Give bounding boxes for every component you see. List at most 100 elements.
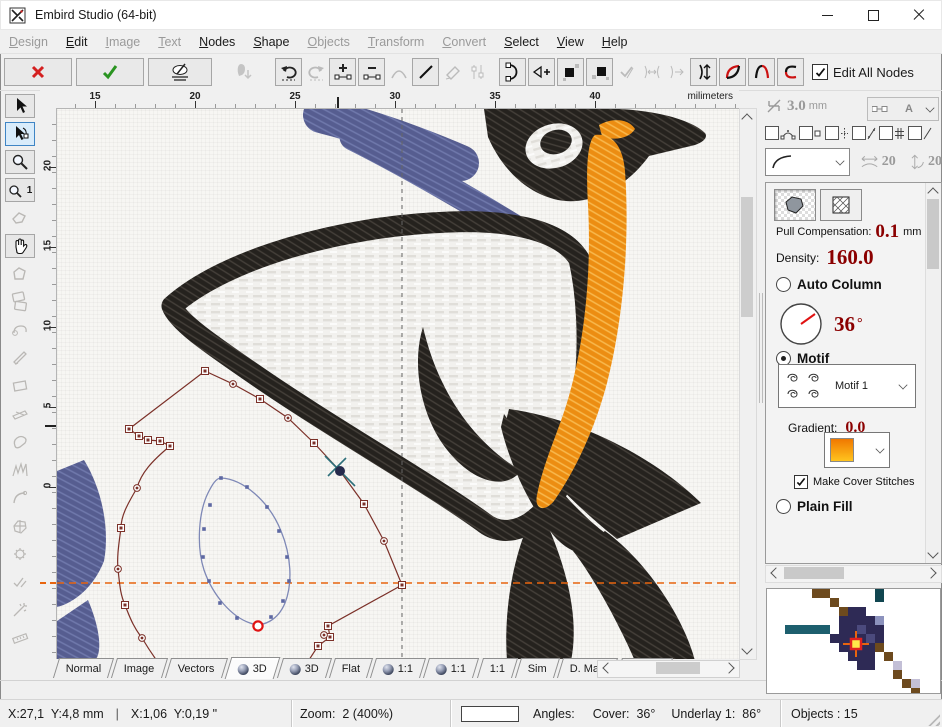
make-cover-stitches-option[interactable]: Make Cover Stitches <box>794 475 914 489</box>
tab-3d-2[interactable]: 3D <box>277 658 332 678</box>
angle-value[interactable]: 36 <box>834 312 855 337</box>
cancel-button[interactable] <box>4 58 72 86</box>
angle-dial[interactable] <box>778 301 824 347</box>
close-button[interactable] <box>896 0 942 30</box>
panel-hscroll-thumb[interactable] <box>784 567 844 579</box>
zigzag-tool[interactable] <box>5 458 35 482</box>
canvas-vscrollbar[interactable] <box>739 108 757 660</box>
scroll-up-icon[interactable] <box>743 111 753 123</box>
edit-nodes-tool[interactable] <box>5 122 35 146</box>
panel-vscroll-thumb[interactable] <box>927 199 939 269</box>
panel-vscrollbar[interactable] <box>925 183 941 563</box>
plain-fill-radio[interactable] <box>776 499 791 514</box>
menu-shape[interactable]: Shape <box>244 33 298 51</box>
tab-image[interactable]: Image <box>111 658 168 678</box>
motif-dropdown[interactable]: Motif 1 <box>778 364 916 408</box>
start-point-marker[interactable] <box>253 621 262 630</box>
lens-curve-button[interactable] <box>719 58 746 86</box>
menu-help[interactable]: Help <box>593 33 637 51</box>
tab-1to1-a[interactable]: 1:1 <box>370 658 426 678</box>
arc-tool[interactable] <box>5 486 35 510</box>
auto-column-radio[interactable] <box>776 277 791 292</box>
density-value[interactable]: 160.0 <box>826 245 873 270</box>
option-cross-checkbox[interactable] <box>825 126 839 140</box>
zoom-tool[interactable] <box>5 150 35 174</box>
validate-nodes-tool[interactable] <box>5 570 35 594</box>
menu-transform[interactable]: Transform <box>359 33 434 51</box>
select-tool[interactable] <box>5 94 35 118</box>
panel-splitter[interactable] <box>758 108 762 658</box>
zoom-one-tool[interactable]: 1 <box>5 178 35 202</box>
canvas-hscrollbar[interactable] <box>597 660 740 678</box>
close-shape-button[interactable] <box>499 58 526 86</box>
menu-select[interactable]: Select <box>495 33 548 51</box>
inner-path-nodes[interactable] <box>201 476 291 620</box>
hscroll-thumb[interactable] <box>656 662 700 674</box>
hatch-fill-toggle[interactable] <box>820 189 862 221</box>
tab-1to1-b[interactable]: 1:1 <box>423 658 479 678</box>
option-slash-nodes-checkbox[interactable] <box>852 126 866 140</box>
tab-flat[interactable]: Flat <box>329 658 373 678</box>
menu-text[interactable]: Text <box>149 33 190 51</box>
line-segment-button[interactable] <box>412 58 439 86</box>
mesh-tool[interactable] <box>5 514 35 538</box>
column-height-button[interactable] <box>690 58 717 86</box>
tab-3d-1[interactable]: 3D <box>224 657 280 679</box>
selected-node[interactable] <box>325 456 355 486</box>
tab-sim[interactable]: Sim <box>515 658 560 678</box>
vector-path[interactable] <box>118 371 205 659</box>
minimize-button[interactable] <box>804 0 850 30</box>
polygon-tool[interactable] <box>5 262 35 286</box>
auto-column-option[interactable]: Auto Column <box>776 277 882 292</box>
knife-tool[interactable] <box>5 346 35 370</box>
menu-image[interactable]: Image <box>96 33 149 51</box>
outline-node-tool[interactable] <box>5 318 35 342</box>
delete-node-button[interactable] <box>358 58 385 86</box>
option-line-checkbox[interactable] <box>908 126 922 140</box>
thread-color-dropdown[interactable] <box>824 432 890 468</box>
scroll-down-icon[interactable] <box>743 645 753 657</box>
option-arc-checkbox[interactable] <box>765 126 779 140</box>
pan-tool[interactable] <box>5 234 35 258</box>
blob-tool[interactable] <box>5 430 35 454</box>
plain-fill-option[interactable]: Plain Fill <box>776 499 853 514</box>
make-cover-stitches-checkbox[interactable] <box>794 475 808 489</box>
gear-tool[interactable] <box>5 542 35 566</box>
scroll-left-icon[interactable] <box>768 569 780 577</box>
scroll-right-icon[interactable] <box>725 664 737 672</box>
copy-stack-tool[interactable] <box>5 290 35 314</box>
menu-objects[interactable]: Objects <box>298 33 358 51</box>
rectangle-tool[interactable] <box>5 374 35 398</box>
maximize-button[interactable] <box>850 0 896 30</box>
scroll-left-icon[interactable] <box>600 664 612 672</box>
freehand-select-tool[interactable] <box>5 206 35 230</box>
menu-nodes[interactable]: Nodes <box>190 33 244 51</box>
design-canvas[interactable] <box>56 108 739 659</box>
tab-vectors[interactable]: Vectors <box>165 658 228 678</box>
vscroll-thumb[interactable] <box>741 197 753 317</box>
menu-view[interactable]: View <box>548 33 593 51</box>
edit-all-nodes-checkbox[interactable] <box>812 64 828 80</box>
arch-curve-button[interactable] <box>748 58 775 86</box>
add-node-button[interactable] <box>329 58 356 86</box>
option-hash-checkbox[interactable] <box>879 126 893 140</box>
measure-tool[interactable] <box>5 626 35 650</box>
tab-1to1-c[interactable]: 1:1 <box>477 658 518 678</box>
node-mode-dropdown[interactable]: A <box>867 97 939 121</box>
scroll-right-icon[interactable] <box>927 569 939 577</box>
tab-normal[interactable]: Normal <box>53 658 115 678</box>
block-start-button[interactable] <box>557 58 584 86</box>
panel-hscrollbar[interactable] <box>765 565 942 583</box>
apply-button[interactable] <box>76 58 144 86</box>
insert-node-button[interactable] <box>528 58 555 86</box>
menu-edit[interactable]: Edit <box>57 33 97 51</box>
scroll-down-icon[interactable] <box>929 549 937 559</box>
option-square-checkbox[interactable] <box>799 126 813 140</box>
shape-fill-toggle[interactable] <box>774 189 816 221</box>
scroll-up-icon[interactable] <box>929 185 937 197</box>
zoom-preview-panel[interactable] <box>766 588 941 694</box>
menu-convert[interactable]: Convert <box>433 33 495 51</box>
inner-vector-path[interactable] <box>199 478 290 624</box>
curve-type-dropdown[interactable] <box>765 148 850 176</box>
generate-stitches-button[interactable] <box>148 58 212 86</box>
